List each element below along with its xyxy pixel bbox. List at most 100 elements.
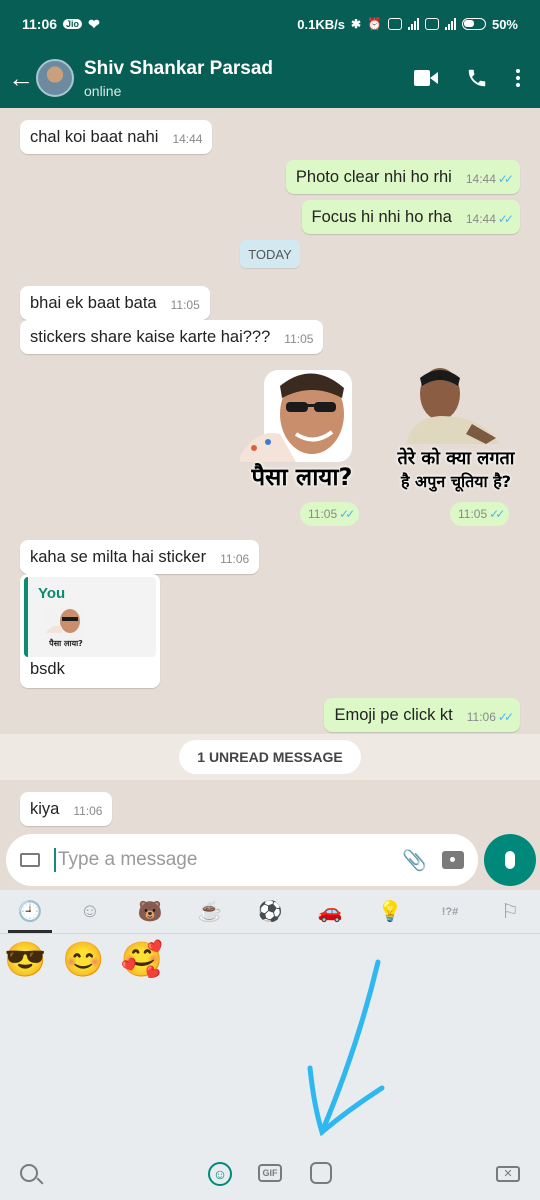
sticker-caption-line1: तेरे को क्या लगता — [397, 448, 515, 469]
message-text: Emoji pe click kt — [334, 706, 453, 724]
sticker-message[interactable]: पैसा लाया? — [236, 364, 368, 492]
alarm-icon: ⏰ — [367, 17, 382, 31]
quoted-author: You — [38, 585, 66, 602]
mic-button[interactable] — [484, 834, 536, 886]
sticker-time: 11:05 ✓✓ — [450, 502, 510, 526]
sticker-image — [406, 368, 500, 444]
gif-tab-icon[interactable]: GIF — [258, 1164, 282, 1182]
emoji-bottom-bar: ☺ GIF ✕ — [0, 1150, 540, 1200]
message-in[interactable]: kaha se milta hai sticker 11:06 — [20, 540, 260, 574]
message-out[interactable]: Emoji pe click kt 11:06 ✓✓ — [324, 698, 520, 732]
chat-area[interactable]: chal koi baat nahi 14:44 Photo clear nhi… — [0, 108, 540, 830]
attach-icon[interactable]: 📎 — [402, 848, 427, 872]
sports-icon[interactable]: ⚽ — [257, 899, 283, 925]
emoji-item[interactable]: 😎 — [4, 940, 46, 980]
message-text: kiya — [30, 800, 60, 818]
message-time: 14:44 — [465, 172, 496, 186]
message-text: stickers share kaise karte hai??? — [30, 328, 271, 346]
sticker-caption: पैसा लाया? — [251, 463, 353, 491]
message-placeholder[interactable]: Type a message — [58, 849, 402, 871]
contact-info[interactable]: Shiv Shankar Parsad online — [84, 58, 273, 99]
message-out[interactable]: Focus hi nhi ho rha 14:44 ✓✓ — [301, 200, 520, 234]
contact-name: Shiv Shankar Parsad — [84, 57, 274, 79]
emoji-item[interactable]: 😊 — [62, 940, 104, 980]
camera-icon[interactable] — [442, 851, 464, 869]
message-input[interactable]: Type a message 📎 — [6, 834, 478, 886]
food-icon[interactable]: ☕ — [197, 899, 223, 925]
message-in[interactable]: stickers share kaise karte hai??? 11:05 — [20, 320, 324, 354]
message-time: 11:06 — [220, 552, 250, 566]
phone-icon[interactable] — [466, 67, 488, 89]
status-bar: 11:06 Jio ❤ 0.1KB/s ✱ ⏰ 50% — [0, 0, 540, 48]
message-text: kaha se milta hai sticker — [30, 548, 207, 566]
quoted-message[interactable]: You पैसा लाया? — [24, 577, 156, 657]
battery-icon — [461, 18, 486, 30]
backspace-icon[interactable]: ✕ — [496, 1166, 520, 1182]
date-divider: TODAY — [240, 240, 300, 268]
read-ticks-icon: ✓✓ — [339, 507, 355, 521]
quoted-sticker-image — [46, 609, 80, 633]
car-icon[interactable]: 🚗 — [317, 899, 343, 925]
keyboard-icon[interactable] — [20, 853, 40, 867]
message-text: bsdk — [30, 660, 65, 678]
message-text: Photo clear nhi ho rhi — [295, 168, 452, 186]
composer-row: Type a message 📎 — [0, 832, 540, 890]
search-icon[interactable] — [20, 1164, 38, 1182]
symbols-icon[interactable]: !?# — [437, 899, 463, 925]
signal-icon — [407, 18, 419, 30]
sticker-tab-icon[interactable] — [310, 1162, 332, 1184]
message-in[interactable]: chal koi baat nahi 14:44 — [20, 120, 213, 154]
quoted-sticker-caption: पैसा लाया? — [49, 639, 83, 648]
battery-percent: 50% — [491, 16, 518, 32]
more-options-icon[interactable] — [516, 69, 520, 87]
contact-status: online — [84, 82, 122, 99]
heart-icon: ❤ — [88, 15, 100, 32]
volte2-icon — [424, 18, 439, 30]
active-category-indicator — [8, 930, 52, 933]
sticker-image — [240, 370, 352, 462]
message-time: 11:06 — [73, 804, 103, 818]
message-text: bhai ek baat bata — [30, 294, 157, 312]
smiley-icon[interactable]: ☺ — [77, 899, 103, 925]
annotation-arrow — [307, 959, 385, 1137]
sticker-caption-line2: है अपुन चूतिया है? — [400, 472, 512, 491]
signal2-icon — [444, 18, 456, 30]
emoji-tab-icon[interactable]: ☺ — [208, 1162, 232, 1186]
message-in[interactable]: bhai ek baat bata 11:05 — [20, 286, 210, 320]
bulb-icon[interactable]: 💡 — [377, 899, 403, 925]
bluetooth-icon: ✱ — [350, 17, 362, 31]
read-ticks-icon: ✓✓ — [489, 507, 505, 521]
emoji-category-tabs: 🕘 ☺ 🐻 ☕ ⚽ 🚗 💡 !?# ⚐ — [0, 890, 540, 934]
message-time: 11:05 — [284, 332, 314, 346]
status-time: 11:06 — [22, 16, 58, 32]
flag-icon[interactable]: ⚐ — [497, 899, 523, 925]
read-ticks-icon: ✓✓ — [497, 212, 514, 226]
message-time: 11:05 — [170, 298, 200, 312]
emoji-item[interactable]: 🥰 — [121, 940, 163, 980]
unread-label: 1 UNREAD MESSAGE — [179, 740, 361, 774]
back-arrow-icon[interactable]: ← — [6, 63, 36, 94]
jio-icon: Jio — [63, 19, 83, 29]
chat-header: ← Shiv Shankar Parsad online — [0, 48, 540, 108]
text-caret — [54, 848, 56, 872]
message-time: 11:06 — [466, 710, 496, 724]
mic-icon — [505, 851, 515, 869]
quoted-sticker-thumbnail: पैसा लाया? — [46, 607, 86, 648]
sticker-message[interactable]: तेरे को क्या लगता है अपुन चूतिया है? — [386, 364, 526, 496]
network-speed: 0.1KB/s — [297, 16, 345, 32]
message-in[interactable]: kiya 11:06 — [20, 792, 113, 826]
volte-icon — [387, 18, 402, 30]
message-out[interactable]: Photo clear nhi ho rhi 14:44 ✓✓ — [285, 160, 520, 194]
message-time: 14:44 — [465, 212, 496, 226]
message-time: 14:44 — [172, 132, 203, 146]
animal-icon[interactable]: 🐻 — [137, 899, 163, 925]
read-ticks-icon: ✓✓ — [497, 710, 514, 724]
sticker-time: 11:05 ✓✓ — [300, 502, 360, 526]
recent-icon[interactable]: 🕘 — [17, 899, 43, 925]
read-ticks-icon: ✓✓ — [497, 172, 514, 186]
recent-emoji-row: 😎 😊 🥰 — [4, 940, 163, 980]
message-text: Focus hi nhi ho rha — [311, 208, 452, 226]
video-call-icon[interactable] — [414, 70, 438, 86]
message-text: chal koi baat nahi — [30, 128, 159, 146]
avatar[interactable] — [36, 59, 74, 97]
